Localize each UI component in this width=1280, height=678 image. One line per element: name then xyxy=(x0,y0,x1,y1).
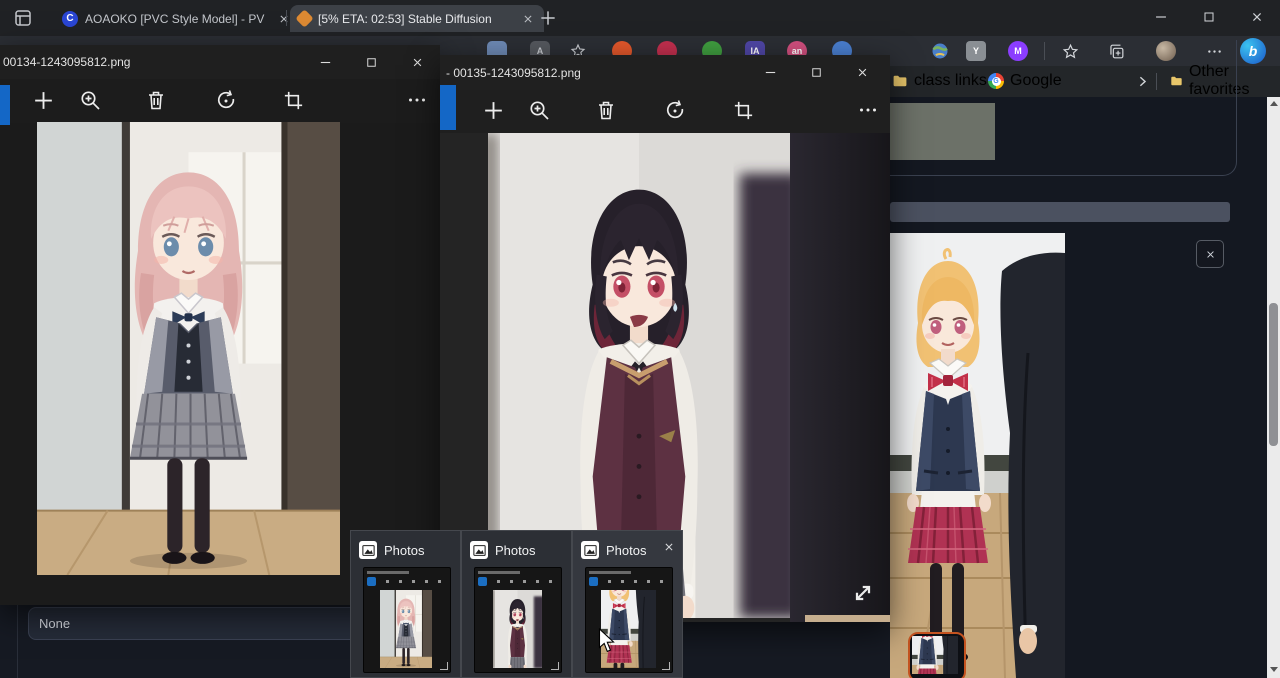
photos-close-button[interactable] xyxy=(394,45,440,79)
desktop: C AOAOKO [PVC Style Model] - PV [5% ETA:… xyxy=(0,0,1280,678)
preview-app-label: Photos xyxy=(495,543,535,558)
preview-close-icon[interactable] xyxy=(661,539,677,555)
photos-minimize-button[interactable] xyxy=(747,55,793,89)
mouse-cursor xyxy=(598,628,615,654)
browser-maximize-button[interactable] xyxy=(1186,0,1232,33)
photo-floor-sliver xyxy=(805,615,890,622)
expand-resize-icon[interactable] xyxy=(848,578,878,608)
photo-image-00134 xyxy=(37,122,340,575)
scrollbar-down-arrow[interactable] xyxy=(1270,667,1278,672)
preview-app-label: Photos xyxy=(606,543,646,558)
crop-icon[interactable] xyxy=(728,95,758,125)
dropdown-value: None xyxy=(39,616,70,631)
tab-divider xyxy=(286,10,287,26)
taskbar-preview-1[interactable]: Photos xyxy=(350,530,461,678)
photos-app-icon xyxy=(581,541,599,559)
add-to-icon[interactable] xyxy=(478,95,508,125)
photos-app-icon xyxy=(359,541,377,559)
sd-progress-bar xyxy=(890,202,1230,222)
see-more-icon[interactable] xyxy=(853,95,883,125)
tab-close-icon[interactable] xyxy=(520,11,536,27)
photos-app-icon xyxy=(470,541,488,559)
preview-thumbnail[interactable] xyxy=(474,567,562,673)
zoom-icon[interactable] xyxy=(75,85,105,115)
sd-progress-preview-box xyxy=(890,103,995,160)
photos-minimize-button[interactable] xyxy=(302,45,348,79)
sd-dropdown-none[interactable]: None xyxy=(28,607,370,640)
scrollbar-up-arrow[interactable] xyxy=(1270,101,1278,106)
photos-accent-strip xyxy=(440,85,456,130)
tab-civitai[interactable]: C AOAOKO [PVC Style Model] - PV xyxy=(54,5,300,32)
tab-title: AOAOKO [PVC Style Model] - PV xyxy=(85,12,269,26)
stable-diffusion-favicon xyxy=(295,9,313,27)
mini-image xyxy=(380,590,432,668)
preview-thumbnail[interactable] xyxy=(585,567,673,673)
gallery-thumbnail-selected[interactable] xyxy=(908,632,966,678)
page-scrollbar-thumb[interactable] xyxy=(1269,303,1278,446)
photos-close-button[interactable] xyxy=(839,55,885,89)
bing-chat-icon[interactable]: b xyxy=(1240,38,1266,64)
photo-background-region xyxy=(790,133,890,622)
tab-stable-diffusion[interactable]: [5% ETA: 02:53] Stable Diffusion xyxy=(290,5,544,32)
tab-title: [5% ETA: 02:53] Stable Diffusion xyxy=(318,12,513,26)
photos-window-left: 00134-1243095812.png xyxy=(0,45,440,605)
delete-icon[interactable] xyxy=(141,85,171,115)
taskbar-preview-3[interactable]: Photos xyxy=(572,530,683,678)
rotate-icon[interactable] xyxy=(660,95,690,125)
civitai-favicon: C xyxy=(62,11,78,27)
browser-close-button[interactable] xyxy=(1234,0,1280,33)
photos-window-title: - 00135-1243095812.png xyxy=(440,66,581,80)
browser-minimize-button[interactable] xyxy=(1138,0,1184,33)
sd-panel-edge xyxy=(17,605,18,678)
photos-accent-strip xyxy=(0,85,10,125)
rotate-icon[interactable] xyxy=(211,85,241,115)
delete-icon[interactable] xyxy=(591,95,621,125)
photos-window-title: 00134-1243095812.png xyxy=(0,55,130,69)
mini-image xyxy=(493,590,542,668)
lightbox-close-button[interactable] xyxy=(1196,240,1224,268)
crop-icon[interactable] xyxy=(278,85,308,115)
zoom-icon[interactable] xyxy=(524,95,554,125)
tab-actions-icon[interactable] xyxy=(12,7,34,29)
photos-maximize-button[interactable] xyxy=(348,45,394,79)
see-more-icon[interactable] xyxy=(402,85,432,115)
new-tab-button[interactable] xyxy=(538,8,558,28)
preview-app-label: Photos xyxy=(384,543,424,558)
add-to-icon[interactable] xyxy=(28,85,58,115)
taskbar-preview-2[interactable]: Photos xyxy=(461,530,572,678)
preview-thumbnail[interactable] xyxy=(363,567,451,673)
browser-tab-strip: C AOAOKO [PVC Style Model] - PV [5% ETA:… xyxy=(0,0,1280,36)
photos-maximize-button[interactable] xyxy=(793,55,839,89)
generated-image-blonde xyxy=(890,233,1065,678)
